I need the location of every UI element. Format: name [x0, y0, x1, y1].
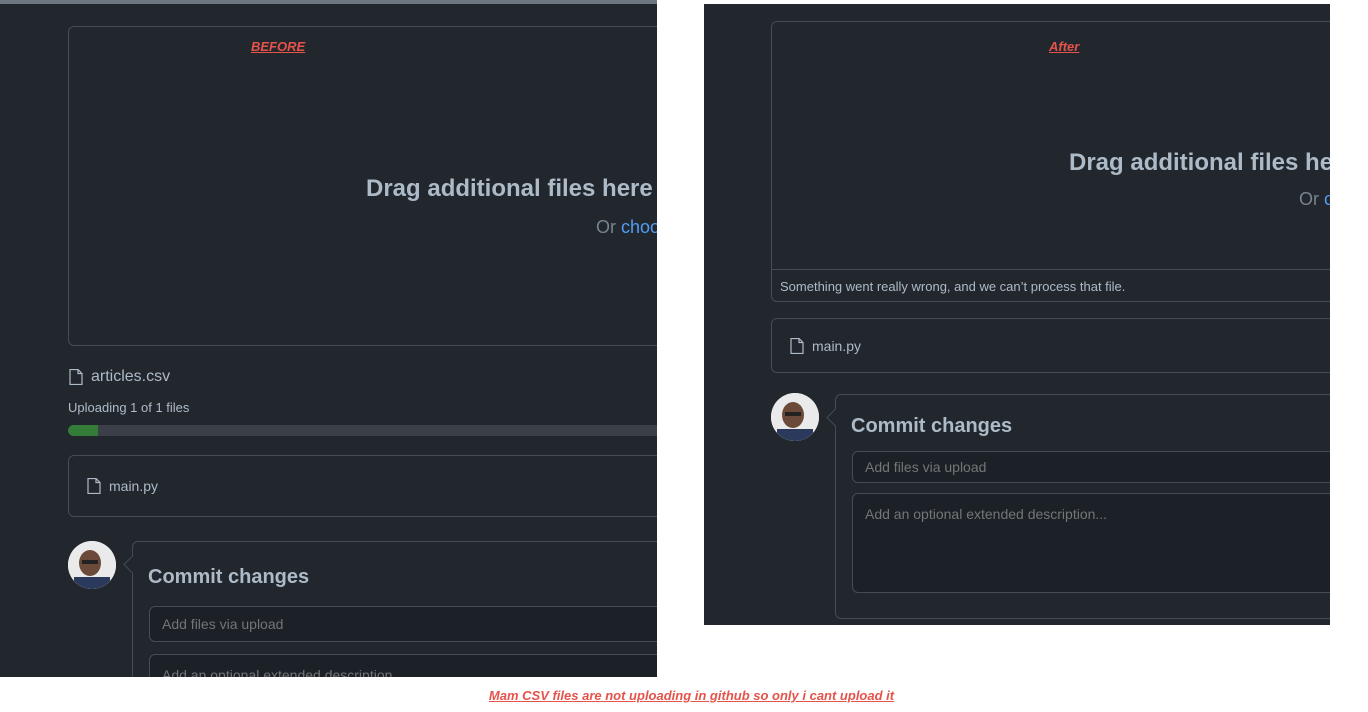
commit-title: Commit changes [851, 415, 1013, 437]
commit-form: Commit changes [123, 541, 657, 677]
commit-form: Commit changes [826, 394, 1330, 619]
upload-dropzone[interactable]: BEFORE Drag additional files here t Or c… [68, 26, 657, 346]
upload-progress-bar [68, 425, 657, 436]
dropzone-subtitle: Or c [1299, 189, 1330, 210]
avatar [771, 393, 819, 441]
dropzone-title: Drag additional files her [1069, 149, 1330, 176]
commit-summary-input[interactable] [149, 606, 657, 642]
existing-file-name: main.py [812, 338, 862, 354]
dropzone-subtitle: Or choo [596, 217, 657, 238]
choose-files-link[interactable]: choo [621, 217, 657, 237]
after-label: After [1049, 39, 1080, 54]
uploading-file-name: articles.csv [91, 368, 171, 385]
existing-file-name: main.py [109, 478, 159, 494]
file-icon [69, 369, 83, 385]
dropzone-title: Drag additional files here t [366, 175, 657, 202]
existing-file-row[interactable]: main.py [790, 338, 861, 354]
commit-title: Commit changes [148, 566, 310, 588]
upload-progress-fill [68, 425, 98, 436]
caption: Mam CSV files are not uploading in githu… [488, 688, 895, 703]
existing-file-box: main.py [68, 455, 657, 517]
upload-dropzone[interactable]: After Drag additional files her Or c Som… [771, 21, 1330, 302]
commit-summary-input[interactable] [852, 451, 1330, 483]
file-icon [790, 338, 804, 354]
file-icon [87, 478, 101, 494]
commit-description-textarea[interactable] [149, 654, 657, 677]
commit-description-textarea[interactable] [852, 493, 1330, 593]
commit-caret [826, 408, 845, 427]
upload-error-message: Something went really wrong, and we can’… [772, 269, 1330, 302]
before-screenshot: BEFORE Drag additional files here t Or c… [0, 0, 657, 677]
existing-file-row[interactable]: main.py [87, 478, 158, 494]
before-label: BEFORE [251, 39, 306, 54]
avatar [68, 541, 116, 589]
commit-caret [123, 555, 142, 574]
existing-file-box: main.py [771, 318, 1330, 373]
uploading-file-row: articles.csv [69, 368, 170, 386]
upload-status: Uploading 1 of 1 files [68, 400, 190, 415]
choose-files-link[interactable]: c [1324, 189, 1330, 209]
after-screenshot: After Drag additional files her Or c Som… [704, 4, 1330, 625]
